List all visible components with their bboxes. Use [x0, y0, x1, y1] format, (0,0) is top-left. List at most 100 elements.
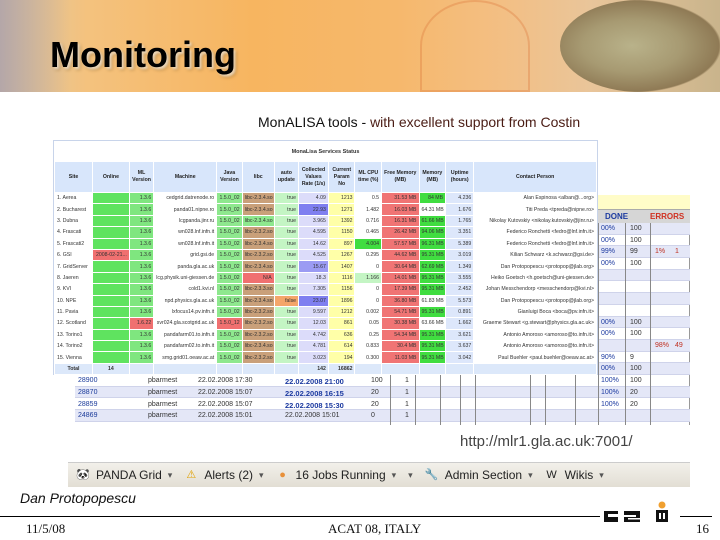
table-cell: 1.5.0_02 [216, 214, 243, 228]
table-cell: 3.555 [445, 271, 475, 285]
dropdown-arrow-icon[interactable]: ▾ [408, 470, 413, 481]
table-cell [91, 283, 130, 296]
table-cell: 1.3.6 [128, 283, 155, 296]
table-cell: 22.93 [298, 203, 329, 216]
site-cell[interactable]: 3. Dubna [54, 214, 93, 228]
total-cell [241, 362, 275, 376]
site-cell[interactable]: 13. Torino1 [54, 328, 93, 342]
table-cell: true [273, 340, 300, 353]
column-header[interactable]: auto update [273, 161, 300, 193]
dropdown-arrow-icon[interactable]: ▾ [168, 470, 173, 481]
site-cell[interactable]: 15. Vienna [54, 351, 93, 364]
column-header[interactable]: ML Version [128, 161, 155, 193]
job-count: 100 [371, 377, 383, 385]
table-cell: 1150 [327, 226, 356, 239]
job-user: pbarmest [148, 400, 178, 408]
column-header[interactable]: ML CPU time (%) [354, 161, 383, 193]
job-id-link[interactable]: 28870 [78, 389, 97, 396]
column-header[interactable]: Current Param No [327, 161, 356, 193]
table-cell: 194 [327, 351, 356, 364]
toolbar-item-warning[interactable]: Alerts (2) [204, 468, 253, 482]
table-cell: 1271 [327, 203, 356, 216]
job-end-time: 22.02.2008 15:01 [285, 412, 340, 420]
table-cell: 861 [327, 317, 356, 330]
done-percent: 90% [601, 353, 616, 361]
column-header[interactable]: Site [54, 161, 93, 193]
subtitle-rest: with excellent support from Costin [370, 114, 581, 130]
job-user: pbarmest [148, 412, 178, 420]
table-cell: libc-2.3.2.so [241, 317, 275, 330]
site-cell[interactable]: 4. Frascati [54, 226, 93, 239]
table-cell: 0.300 [354, 351, 383, 364]
table-cell: 0.295 [354, 248, 383, 262]
job-start-time: 22.02.2008 15:01 [198, 412, 253, 420]
column-header[interactable]: libc [241, 161, 275, 193]
table-cell: 0.716 [354, 214, 383, 228]
table-cell: 636 [327, 328, 356, 342]
job-id-link[interactable]: 28900 [78, 377, 97, 384]
toolbar-item-jobs[interactable]: 16 Jobs Running [296, 468, 386, 482]
table-cell: Federico Ronchetti <fedro@lnf.infn.it> [473, 226, 597, 239]
column-header[interactable]: Contact Person [473, 161, 597, 193]
dropdown-arrow-icon[interactable]: ▾ [599, 470, 604, 481]
table-cell: libc-2.3.4.so [241, 340, 275, 353]
wikipedia-icon: W [546, 469, 557, 481]
site-cell[interactable]: 7. GridServer [54, 260, 93, 273]
site-cell[interactable]: 2. Bucharest [54, 203, 93, 216]
dropdown-arrow-icon[interactable]: ▾ [528, 470, 533, 481]
site-cell[interactable]: 6. GSI [54, 248, 93, 262]
site-cell[interactable]: 9. KVI [54, 283, 93, 296]
table-cell: libc-2.3.4.so [241, 191, 275, 205]
table-row: 1. Aerea 1.3.6 cedgrid.datrenode.ro 1.5.0_0… [54, 191, 597, 205]
table-cell: 1.3.6 [128, 191, 155, 205]
site-cell[interactable]: 8. Jaeren [54, 271, 93, 285]
error-count: 49 [675, 342, 683, 349]
site-cell[interactable]: 5. Frascati2 [54, 237, 93, 250]
toolbar-item-wrench[interactable]: Admin Section [445, 468, 522, 482]
table-row: 10. NPE 1.3.6 npd.physics.gla.ac.uk 1.5.0_0… [54, 294, 597, 307]
site-cell[interactable]: 11. Pavia [54, 305, 93, 319]
toolbar-item-wikipedia[interactable]: Wikis [565, 468, 594, 482]
site-cell[interactable]: 14. Torino2 [54, 340, 93, 353]
column-header[interactable]: Uptime (hours) [445, 161, 475, 193]
done-header: DONE [605, 212, 629, 221]
table-cell: 96.31 MB [418, 237, 447, 250]
table-row: 13. Torino1 1.3.6 pandafarm01.to.infn.it 1.… [54, 328, 597, 342]
site-cell[interactable]: 12. Scotland [54, 317, 93, 330]
column-header[interactable]: Memory (MB) [418, 161, 447, 193]
column-header[interactable]: Online [91, 161, 130, 193]
total-cell [445, 362, 475, 376]
table-cell: true [273, 351, 300, 364]
job-id-link[interactable]: 24869 [78, 412, 97, 419]
done-count: 100 [630, 225, 642, 232]
dropdown-arrow-icon[interactable]: ▾ [392, 470, 397, 481]
table-cell: true [273, 203, 300, 216]
column-header[interactable]: Collected Values Rate (1/s) [298, 161, 329, 193]
errors-header: ERRORS [650, 212, 685, 221]
table-cell: wn028.lnf.infn.it [153, 237, 218, 250]
column-header[interactable]: Free Memory (MB) [381, 161, 420, 193]
table-cell: Kilian Schwarz <k.schwarz@gsi.de> [473, 248, 597, 262]
table-cell: 1.3.6 [128, 260, 155, 273]
site-cell[interactable]: 1. Aerea [54, 191, 93, 205]
table-cell: 36.80 MB [381, 294, 420, 307]
table-cell: 16.03 MB [381, 203, 420, 216]
table-cell: 31.53 MB [381, 191, 420, 205]
dropdown-arrow-icon[interactable]: ▾ [259, 470, 264, 481]
table-cell: libc-2.3.4.so [241, 260, 275, 273]
toolbar-item-panda[interactable]: PANDA Grid [96, 468, 162, 482]
table-cell: 0 [354, 294, 383, 307]
column-header[interactable]: Machine [153, 161, 218, 193]
job-id-link[interactable]: 28859 [78, 401, 97, 408]
total-cell [418, 362, 447, 376]
table-cell: 95.31 MB [418, 248, 447, 262]
column-header[interactable]: Java Version [216, 161, 243, 193]
total-cell: Total [54, 362, 93, 376]
table-cell: true [273, 237, 300, 250]
site-cell[interactable]: 10. NPE [54, 294, 93, 307]
table-cell: true [273, 271, 300, 285]
job-end-time: 22.02.2008 21:00 [285, 377, 344, 387]
table-cell [91, 328, 130, 342]
monitoring-url[interactable]: http://mlr1.gla.ac.uk:7001/ [460, 433, 633, 450]
table-cell: 7.305 [298, 283, 329, 296]
